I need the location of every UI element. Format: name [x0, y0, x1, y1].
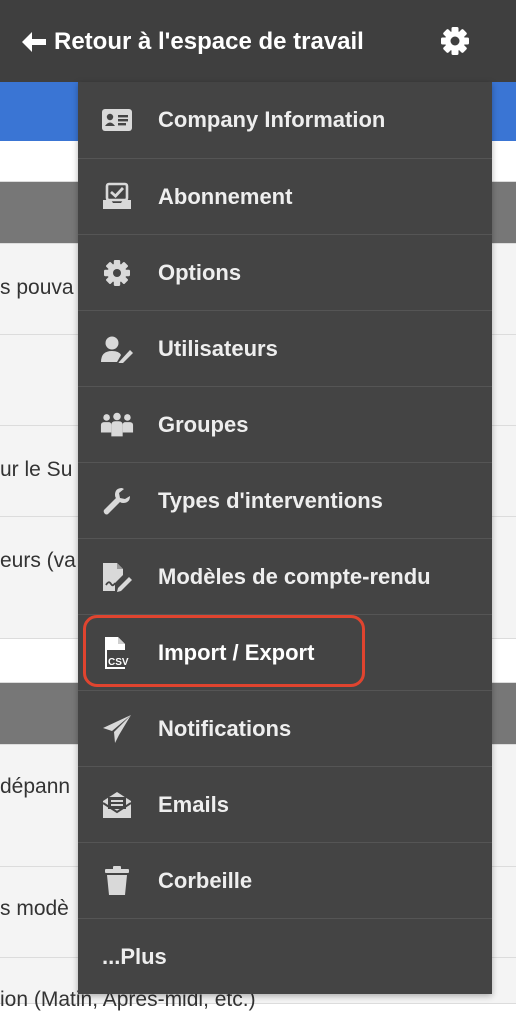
menu-item-import-export[interactable]: CSV Import / Export [78, 614, 492, 690]
menu-item-label: Company Information [158, 107, 386, 132]
inbox-check-icon [100, 180, 134, 214]
users-group-icon [100, 408, 134, 442]
bg-row-text: ur le Su [0, 458, 73, 481]
menu-item-plus[interactable]: ...Plus [78, 918, 492, 994]
menu-item-label: Corbeille [158, 867, 253, 893]
menu-item-corbeille[interactable]: Corbeille [78, 842, 492, 918]
csv-file-icon: CSV [100, 636, 134, 670]
menu-item-groupes[interactable]: Groupes [78, 386, 492, 462]
menu-item-label: Groupes [158, 411, 249, 437]
menu-item-company-information[interactable]: Company Information [78, 82, 492, 158]
trash-icon [100, 864, 134, 898]
settings-dropdown-menu: Company Information Abonnement Options U… [78, 82, 492, 994]
bg-row-text: s modè [0, 897, 69, 920]
back-to-workspace-link[interactable]: Retour à l'espace de travail [20, 24, 364, 60]
top-bar: Retour à l'espace de travail [0, 0, 516, 82]
menu-item-label: ...Plus [102, 943, 167, 969]
user-edit-icon [100, 332, 134, 366]
menu-item-options[interactable]: Options [78, 234, 492, 310]
menu-item-notifications[interactable]: Notifications [78, 690, 492, 766]
bg-row-text: s pouva [0, 276, 74, 299]
arrow-left-icon [20, 30, 48, 54]
file-signature-icon [100, 560, 134, 594]
menu-item-label: Types d'interventions [158, 487, 383, 513]
gear-icon [100, 256, 134, 290]
back-link-label: Retour à l'espace de travail [54, 28, 364, 55]
gear-icon [440, 26, 470, 61]
menu-item-label: Abonnement [158, 183, 293, 209]
menu-item-emails[interactable]: Emails [78, 766, 492, 842]
paper-plane-icon [100, 712, 134, 746]
settings-gear-button[interactable] [438, 26, 472, 60]
menu-item-abonnement[interactable]: Abonnement [78, 158, 492, 234]
menu-item-label: Options [158, 259, 242, 285]
menu-item-label: Modèles de compte-rendu [158, 563, 431, 589]
wrench-icon [100, 484, 134, 518]
menu-item-label: Import / Export [158, 639, 315, 665]
menu-item-label: Emails [158, 791, 229, 817]
menu-item-types-interventions[interactable]: Types d'interventions [78, 462, 492, 538]
id-card-icon [100, 103, 134, 137]
menu-item-modeles-compte-rendu[interactable]: Modèles de compte-rendu [78, 538, 492, 614]
svg-text:CSV: CSV [108, 657, 129, 668]
envelope-open-icon [100, 788, 134, 822]
bg-row-text: eurs (va [0, 549, 76, 572]
menu-item-label: Notifications [158, 715, 292, 741]
menu-item-label: Utilisateurs [158, 335, 278, 361]
menu-item-utilisateurs[interactable]: Utilisateurs [78, 310, 492, 386]
bg-row-text: dépann [0, 775, 71, 798]
